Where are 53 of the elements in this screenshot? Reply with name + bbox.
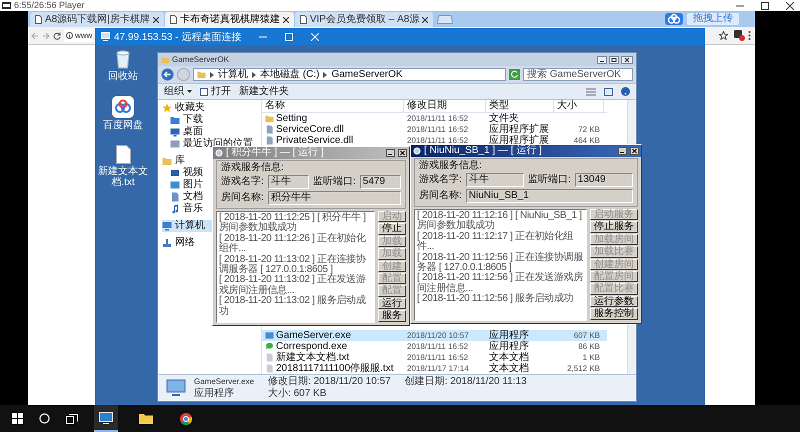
file-name: GameServer.exe: [276, 330, 352, 341]
window-title: 47.99.153.53 - 远程桌面连接: [114, 30, 242, 44]
file-type: 应用程序: [488, 330, 530, 341]
file-size: 1 KB: [582, 352, 601, 363]
log-line: [ 2018-11-20 11:13:02 ] 正在连接协调服务器 [ 127.0.0.1:8605 ]: [219, 254, 367, 276]
field-label: 监听端口:: [313, 176, 356, 188]
file-size: 464 KB: [572, 135, 601, 146]
dialog-title: [ 积分牛牛 ] — [ 运行 ]: [226, 147, 324, 159]
field-label: 监听端口:: [528, 174, 571, 186]
file-name: ServiceCore.dll: [276, 124, 344, 135]
file-size: 72 KB: [577, 124, 601, 135]
group-title: 游戏服务信息:: [419, 160, 483, 171]
file-type: 应用程序: [488, 341, 530, 352]
file-type: 文件夹: [488, 113, 519, 124]
file-type: 文本文档: [488, 352, 530, 363]
file-type: 文本文档: [488, 363, 530, 374]
window-title: GameServerOK: [172, 55, 229, 64]
file-type: 应用程序扩展: [489, 135, 550, 146]
field-label: 游戏名字:: [419, 174, 462, 186]
file-date: 2018/11/20 10:57: [406, 330, 470, 341]
log-line: [ 2018-11-20 11:12:17 ] 正在初始化组件...: [417, 232, 574, 252]
detail-text: 修改日期: 2018/11/20 10:57: [268, 376, 391, 388]
log-line: [ 2018-11-20 11:12:16 ] [ NiuNiu_SB_1 ] 房间参数加载成功: [417, 211, 583, 232]
field-label: 房间名称:: [419, 190, 462, 202]
file-date: 2018/11/11 16:52: [406, 135, 470, 146]
file-date: 2018/11/17 17:14: [406, 363, 470, 374]
log-line: [ 2018-11-20 11:13:02 ] 正在发送游戏房间注册信息...: [219, 275, 367, 296]
file-size: 607 KB: [572, 330, 601, 341]
field-label: 房间名称:: [221, 192, 264, 204]
log-line: [ 2018-11-20 11:12:56 ] 服务启动成功: [417, 294, 574, 305]
file-name: Setting: [276, 113, 308, 124]
log-line: [ 2018-11-20 11:12:26 ] 正在初始化组件...: [219, 234, 367, 254]
dialog-title: [ NiuNiu_SB_1 ] — [ 运行 ]: [424, 145, 542, 157]
group-title: 游戏服务信息:: [221, 162, 285, 173]
file-date: 2018/11/11 16:52: [406, 124, 470, 135]
file-date: 2018/11/11 16:52: [406, 341, 470, 352]
file-size: 86 KB: [577, 341, 601, 352]
file-name: 新建文本文档.txt: [276, 352, 350, 363]
file-name: Correspond.exe: [276, 341, 348, 352]
file-type: 应用程序扩展: [488, 124, 550, 135]
log-line: [ 2018-11-20 11:13:02 ] 服务启动成功: [219, 296, 367, 318]
file-date: 2018/11/11 16:52: [406, 113, 470, 124]
file-date: 2018/11/11 16:52: [406, 352, 470, 363]
log-line: [ 2018-11-20 11:12:56 ] 正在发送游戏房间注册信息...: [417, 273, 584, 294]
field-label: 游戏名字:: [221, 176, 264, 188]
detail-text: 大小: 607 KB: [268, 388, 328, 400]
detail-text: 创建日期: 2018/11/20 11:13: [404, 376, 527, 388]
file-name: 20181117111100停服服.txt: [276, 363, 394, 374]
player-title: 6:55/26:56 Player: [14, 0, 85, 11]
detail-text: GameServer.exe: [194, 376, 254, 388]
detail-text: 应用程序: [194, 388, 235, 400]
file-size: 2,512 KB: [566, 363, 601, 374]
file-name: PrivateService.dll: [276, 135, 354, 146]
